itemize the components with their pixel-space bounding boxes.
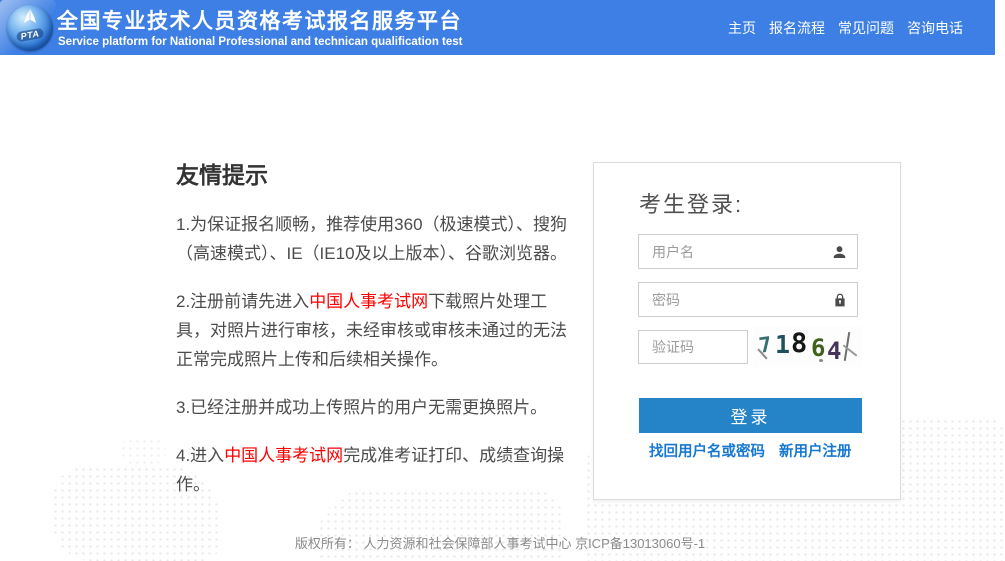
site-title: 全国专业技术人员资格考试报名服务平台 [57,5,462,35]
pta-logo[interactable]: PTA [6,4,54,52]
login-button[interactable]: 登录 [639,398,862,433]
captcha-digit: 8 [791,328,807,359]
username-input[interactable] [639,235,857,268]
forgot-credentials-link[interactable]: 找回用户名或密码 [649,440,765,461]
username-field-wrapper [638,234,858,269]
password-input[interactable] [639,283,857,316]
footer-copyright: 版权所有： 人力资源和社会保障部人事考试中心 京ICP备13013060号-1 [0,533,1000,552]
tip-3-text: 3.已经注册并成功上传照片的用户无需更换照片。 [176,398,547,417]
shuttlecock-emblem-icon [16,8,44,30]
pta-globe-icon: PTA [7,5,53,51]
nav-hotline[interactable]: 咨询电话 [907,18,963,38]
nav-faq[interactable]: 常见问题 [838,18,894,38]
login-panel: 考生登录: 7 1 8 [593,162,901,500]
tip-item-4: 4.进入中国人事考试网完成准考证打印、成绩查询操作。 [176,441,579,499]
captcha-noise-dot [819,359,823,362]
password-field-wrapper [638,282,858,317]
captcha-digit: 1 [775,330,790,359]
captcha-image[interactable]: 7 1 8 6 4 [753,326,862,367]
site-subtitle: Service platform for National Profession… [58,36,463,48]
captcha-digit: 6 [811,334,825,362]
cpta-website-link-2[interactable]: 中国人事考试网 [224,446,343,465]
tips-heading: 友情提示 [176,156,579,190]
tip-item-1: 1.为保证报名顺畅，推荐使用360（极速模式）、搜狗（高速模式）、IE（IE10… [176,210,579,268]
header-nav: 主页 报名流程 常见问题 咨询电话 [728,0,963,55]
nav-home[interactable]: 主页 [728,18,756,38]
tip-item-3: 3.已经注册并成功上传照片的用户无需更换照片。 [176,393,579,422]
captcha-input[interactable] [639,331,747,363]
site-header: PTA 全国专业技术人员资格考试报名服务平台 Service platform … [0,0,995,55]
tip-1-text: 1.为保证报名顺畅，推荐使用360（极速模式）、搜狗（高速模式）、IE（IE10… [176,215,567,263]
page-root: PTA 全国专业技术人员资格考试报名服务平台 Service platform … [0,0,1005,561]
login-heading: 考生登录: [639,187,743,219]
cpta-website-link[interactable]: 中国人事考试网 [309,292,428,311]
lock-icon [832,291,848,308]
captcha-digit: 7 [757,332,773,358]
nav-registration-process[interactable]: 报名流程 [769,18,825,38]
captcha-digit: 4 [827,337,841,365]
captcha-field-wrapper [638,330,748,364]
user-icon [831,243,848,260]
tips-section: 友情提示 1.为保证报名顺畅，推荐使用360（极速模式）、搜狗（高速模式）、IE… [176,156,579,518]
worldmap-dots-small [120,438,166,464]
tip-item-2: 2.注册前请先进入中国人事考试网下载照片处理工具，对照片进行审核，未经审核或审核… [176,287,579,374]
tip-2-prefix: 2.注册前请先进入 [176,292,309,311]
new-user-register-link[interactable]: 新用户注册 [779,440,852,461]
tip-4-prefix: 4.进入 [176,446,224,465]
